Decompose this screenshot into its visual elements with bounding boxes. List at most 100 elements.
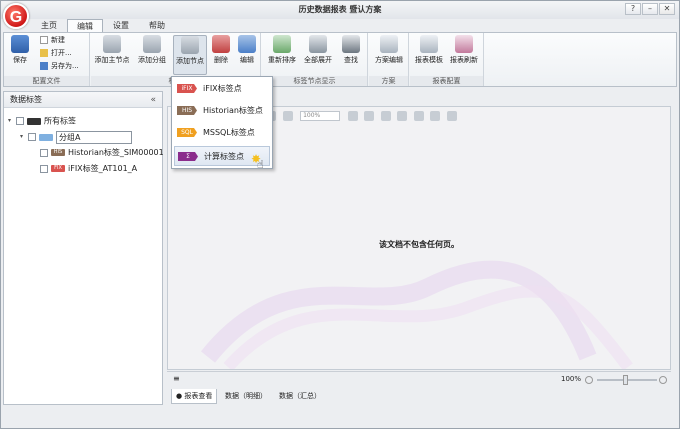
menu-item-mssql[interactable]: SQL MSSQL标签点: [174, 123, 270, 143]
checkbox[interactable]: [40, 148, 48, 157]
ifix-tag-icon: iFIX: [177, 84, 197, 93]
layout-icon[interactable]: [430, 111, 441, 121]
tab-help[interactable]: 帮助: [139, 19, 175, 33]
save-as-button[interactable]: 另存为...: [40, 61, 79, 72]
group-config-file: 保存 新建 打开... 另存为... 配置文件: [4, 33, 90, 86]
group-label: 配置文件: [4, 76, 89, 86]
panel-title: 数据标签: [10, 95, 42, 104]
tag-node-add-icon: [181, 36, 199, 54]
tree-group[interactable]: ▾ 分组A: [20, 130, 132, 144]
edit-button[interactable]: 编辑: [237, 35, 257, 65]
delete-button[interactable]: 删除: [211, 35, 231, 65]
group-scheme: 方案编辑 方案: [369, 33, 409, 86]
binoculars-icon: [342, 35, 360, 53]
new-file-icon: [40, 36, 48, 44]
empty-document-message: 该文档不包含任何页。: [379, 240, 459, 249]
ribbon: 保存 新建 打开... 另存为... 配置文件 添加主节点 添加分组 添加节点: [3, 32, 677, 87]
tab-edit[interactable]: 编辑: [67, 19, 103, 33]
add-node-dropdown: iFIX iFIX标签点 HIS Historian标签点 SQL MSSQL标签点 …: [171, 76, 273, 171]
group-report-config: 报表模板 报表刷新 报表配置: [410, 33, 484, 86]
new-button[interactable]: 新建: [40, 35, 65, 46]
sigma-tag-icon: Σ: [178, 152, 198, 161]
zoom-in-icon[interactable]: [347, 111, 358, 121]
expand-toggle-icon[interactable]: ▾: [8, 114, 16, 128]
app-window: 历史数据报表 暨认方案 ? – ✕ G 主页 编辑 设置 帮助 保存 新建 打开…: [0, 0, 680, 429]
tag-add-icon: [103, 35, 121, 53]
help-button[interactable]: ?: [625, 3, 641, 15]
zoom-out-button[interactable]: [585, 376, 593, 384]
group-tag-icon: [39, 133, 53, 141]
sql-tag-icon: SQL: [177, 128, 197, 137]
collapse-icon[interactable]: «: [150, 92, 156, 108]
zoom-slider-thumb[interactable]: [623, 375, 628, 385]
tree-item[interactable]: FIX iFIX标签_AT101_A: [40, 162, 137, 176]
checkbox[interactable]: [28, 133, 36, 141]
window-title: 历史数据报表 暨认方案: [298, 5, 382, 14]
minimize-button[interactable]: –: [642, 3, 658, 15]
app-logo[interactable]: G: [3, 3, 29, 29]
find-button[interactable]: 查找: [340, 35, 362, 65]
group-tag-display: 重新排序 全部展开 查找 标签节点显示: [262, 33, 368, 86]
report-refresh-icon: [455, 35, 473, 53]
last-page-icon[interactable]: [413, 111, 424, 121]
group-label: 标签节点显示: [262, 76, 367, 86]
report-refresh-button[interactable]: 报表刷新: [448, 35, 480, 65]
add-main-node-button[interactable]: 添加主节点: [93, 35, 131, 65]
first-page-icon[interactable]: [364, 111, 375, 121]
zoom-in-button[interactable]: [659, 376, 667, 384]
reorder-button[interactable]: 重新排序: [266, 35, 298, 65]
tag-delete-icon: [212, 35, 230, 53]
tree-root[interactable]: ▾ 所有标签: [8, 114, 76, 128]
scheme-edit-icon: [380, 35, 398, 53]
checkbox[interactable]: [16, 117, 24, 125]
tag-edit-icon: [238, 35, 256, 53]
report-template-icon: [420, 35, 438, 53]
status-menu-icon[interactable]: ≡: [173, 374, 180, 383]
add-node-button[interactable]: 添加节点: [173, 35, 207, 75]
expand-toggle-icon[interactable]: ▾: [20, 130, 28, 144]
save-icon: [11, 35, 29, 53]
prev-page-icon[interactable]: [380, 111, 391, 121]
zoom-level: 100%: [561, 375, 582, 383]
open-button[interactable]: 打开...: [40, 48, 72, 59]
group-label: 方案: [369, 76, 408, 86]
tab-report-view[interactable]: ● 报表查看: [171, 389, 218, 404]
data-tags-panel: 数据标签 « ▾ 所有标签 ▾ 分组A HIS Historian标签_SIM0000…: [3, 91, 164, 405]
viewer-toolbar: 100%: [264, 109, 459, 123]
status-bar: ≡ 100%: [167, 371, 671, 387]
expand-all-icon: [309, 35, 327, 53]
add-group-button[interactable]: 添加分组: [135, 35, 169, 65]
tab-data-detail[interactable]: 数据（明细）: [225, 389, 267, 404]
his-tag-icon: HIS: [177, 106, 197, 115]
reorder-icon: [273, 35, 291, 53]
tree-item[interactable]: HIS Historian标签_SIM00001: [40, 146, 164, 160]
multi-page-icon[interactable]: [446, 111, 457, 121]
tab-home[interactable]: 主页: [31, 19, 67, 33]
fix-tag-icon: FIX: [51, 165, 65, 172]
tag-group-add-icon: [143, 35, 161, 53]
folder-icon: [40, 49, 48, 57]
his-tag-icon: HIS: [51, 149, 65, 156]
zoom-out-icon[interactable]: [282, 111, 293, 121]
expand-all-button[interactable]: 全部展开: [302, 35, 334, 65]
save-button[interactable]: 保存: [7, 35, 33, 65]
save-as-icon: [40, 62, 48, 70]
menu-item-historian[interactable]: HIS Historian标签点: [174, 101, 270, 121]
zoom-select[interactable]: 100%: [300, 111, 341, 121]
checkbox[interactable]: [40, 164, 48, 173]
report-template-button[interactable]: 报表模板: [413, 35, 445, 65]
report-tabs: ● 报表查看 数据（明细） 数据（汇总）: [167, 389, 671, 405]
scheme-edit-button[interactable]: 方案编辑: [372, 35, 406, 65]
next-page-icon[interactable]: [397, 111, 408, 121]
close-button[interactable]: ✕: [659, 3, 675, 15]
group-name-field[interactable]: 分组A: [56, 130, 132, 144]
tab-data-summary[interactable]: 数据（汇总）: [279, 389, 321, 404]
menu-item-calculated[interactable]: Σ 计算标签点 ✸ ☝: [174, 146, 270, 171]
root-tag-icon: [27, 117, 41, 125]
tab-settings[interactable]: 设置: [103, 19, 139, 33]
group-label: 报表配置: [410, 76, 483, 86]
panel-header: 数据标签 «: [4, 92, 162, 108]
title-bar: 历史数据报表 暨认方案 ? – ✕: [1, 1, 679, 19]
cursor-icon: ☝: [257, 158, 264, 171]
menu-item-ifix[interactable]: iFIX iFIX标签点: [174, 79, 270, 99]
